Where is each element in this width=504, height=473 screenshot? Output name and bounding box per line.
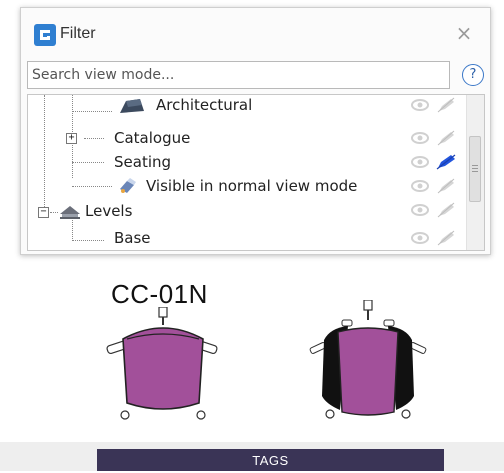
tree-scrollbar[interactable] xyxy=(466,95,484,250)
tags-button[interactable]: TAGS xyxy=(97,449,444,471)
edit-pencil-icon[interactable] xyxy=(436,230,456,246)
wall-icon xyxy=(118,95,148,115)
search-input[interactable] xyxy=(27,61,450,89)
scrollbar-thumb[interactable] xyxy=(469,136,481,202)
tree-item-levels[interactable]: − Levels xyxy=(28,199,466,223)
help-icon[interactable]: ? xyxy=(462,64,484,86)
chair-symbol-back[interactable] xyxy=(300,300,435,425)
edit-pencil-active-icon[interactable] xyxy=(436,154,456,170)
expand-plus-icon[interactable]: + xyxy=(66,133,77,144)
tree-item-label: Base xyxy=(114,229,151,247)
tree-item-label: Catalogue xyxy=(114,129,191,147)
visibility-eye-icon[interactable] xyxy=(410,97,430,113)
chair-symbol-front[interactable] xyxy=(95,307,230,427)
tree-item-visible-normal-view[interactable]: Visible in normal view mode xyxy=(28,175,466,199)
visibility-eye-icon[interactable] xyxy=(410,154,430,170)
tree-item-label: Visible in normal view mode xyxy=(146,177,358,195)
tree-item-base[interactable]: Base xyxy=(28,224,466,248)
tree-item-label: Levels xyxy=(85,202,133,220)
tree-item-catalogue[interactable]: + Catalogue xyxy=(28,127,466,151)
filter-panel: Filter × ? Architectural xyxy=(20,7,491,255)
visibility-eye-icon[interactable] xyxy=(410,130,430,146)
visibility-eye-icon[interactable] xyxy=(410,178,430,194)
app-logo-icon xyxy=(34,24,56,46)
visibility-eye-icon[interactable] xyxy=(410,230,430,246)
tree-item-label: Architectural xyxy=(156,96,253,114)
tree-item-seating[interactable]: Seating xyxy=(28,151,466,175)
tags-bar: TAGS xyxy=(0,442,504,471)
edit-pencil-icon[interactable] xyxy=(436,202,456,218)
symbol-label: CC-01N xyxy=(111,279,208,309)
visibility-eye-icon[interactable] xyxy=(410,202,430,218)
filter-titlebar: Filter × xyxy=(21,8,490,58)
filter-tree: Architectural + Catalogue Seating Visibl… xyxy=(27,94,485,251)
levels-icon xyxy=(58,202,82,220)
search-row: ? xyxy=(27,61,484,89)
panel-title: Filter xyxy=(60,25,96,42)
drawing-canvas: CC-01N xyxy=(0,255,504,435)
close-icon[interactable]: × xyxy=(454,22,474,44)
edit-pencil-icon[interactable] xyxy=(436,97,456,113)
tree-item-architectural[interactable]: Architectural xyxy=(28,96,466,127)
tree-item-label: Seating xyxy=(114,153,172,171)
edit-pencil-icon[interactable] xyxy=(436,130,456,146)
view-mode-icon xyxy=(118,177,138,195)
collapse-minus-icon[interactable]: − xyxy=(38,207,49,218)
edit-pencil-icon[interactable] xyxy=(436,178,456,194)
